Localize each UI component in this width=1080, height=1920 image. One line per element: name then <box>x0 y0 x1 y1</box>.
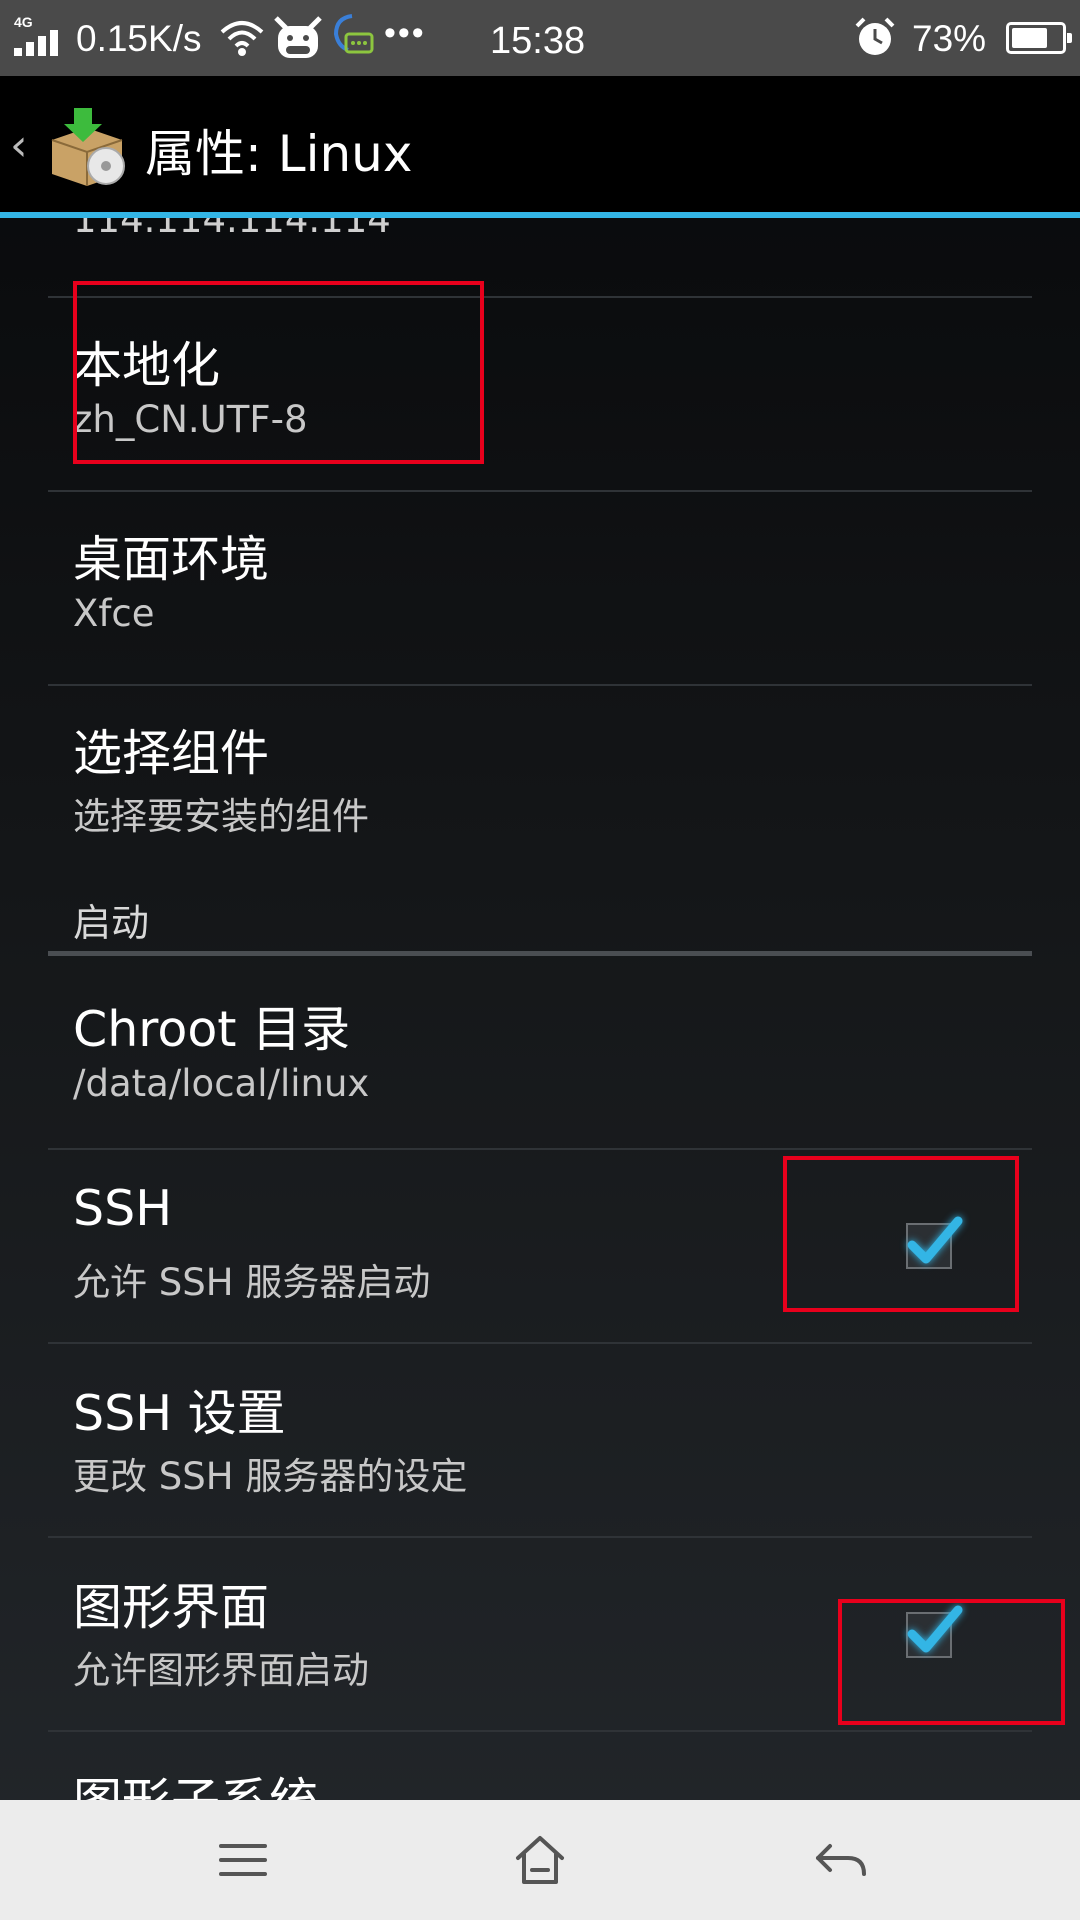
menu-icon[interactable] <box>213 1830 273 1890</box>
status-bar: 4G 0.15K/s ••• 15:38 73% <box>0 0 1080 76</box>
chroot-dir-summary: /data/local/linux <box>73 1062 370 1105</box>
home-icon[interactable] <box>510 1830 570 1890</box>
ssh-title: SSH <box>73 1180 173 1237</box>
list-item-desktop-env[interactable]: 桌面环境 Xfce <box>48 492 1032 686</box>
up-chevron-icon[interactable]: ‹ <box>10 120 28 171</box>
desktop-env-title: 桌面环境 <box>73 531 270 588</box>
gui-title: 图形界面 <box>73 1579 270 1636</box>
graphics-subsystem-title: 图形子系统 <box>73 1762 318 1800</box>
highlight-box-gui-checkbox <box>838 1599 1065 1725</box>
signal-icon <box>14 30 64 56</box>
gui-summary: 允许图形界面启动 <box>73 1649 369 1692</box>
list-item-graphics-subsystem[interactable]: 图形子系统 <box>48 1732 1032 1800</box>
cow-app-icon <box>274 16 322 58</box>
network-type: 4G <box>14 14 33 30</box>
net-speed: 0.15K/s <box>76 18 202 59</box>
clock: 15:38 <box>490 20 586 62</box>
alarm-icon <box>855 17 895 55</box>
highlight-box-locale <box>73 281 484 464</box>
ssh-settings-title: SSH 设置 <box>73 1385 286 1442</box>
chat-app-icon <box>333 14 374 54</box>
list-item-components[interactable]: 选择组件 选择要安装的组件 <box>48 686 1032 866</box>
wifi-icon <box>220 21 264 56</box>
preferences-list: 114.114.114.114 本地化 zh_CN.UTF-8 桌面环境 Xfc… <box>0 218 1080 1800</box>
chroot-dir-title: Chroot 目录 <box>73 1001 351 1058</box>
more-notifications-icon: ••• <box>384 14 426 52</box>
list-item-chroot-dir[interactable]: Chroot 目录 /data/local/linux <box>48 956 1032 1150</box>
category-startup-label: 启动 <box>73 901 150 945</box>
components-title: 选择组件 <box>73 725 270 782</box>
ssh-settings-summary: 更改 SSH 服务器的设定 <box>73 1455 468 1498</box>
ssh-summary: 允许 SSH 服务器启动 <box>73 1261 431 1304</box>
action-bar: ‹ 属性: Linux <box>0 76 1080 218</box>
components-summary: 选择要安装的组件 <box>73 795 369 838</box>
back-icon[interactable] <box>810 1830 870 1890</box>
package-install-icon[interactable] <box>44 104 130 190</box>
battery-percent: 73% <box>912 18 987 59</box>
dns-summary: 114.114.114.114 <box>73 218 391 241</box>
page-title: 属性: Linux <box>145 125 413 183</box>
category-startup: 启动 <box>48 866 1032 956</box>
navigation-bar <box>0 1800 1080 1920</box>
highlight-box-ssh-checkbox <box>783 1156 1019 1312</box>
desktop-env-summary: Xfce <box>73 592 155 635</box>
battery-icon <box>1006 22 1072 54</box>
list-item-ssh-settings[interactable]: SSH 设置 更改 SSH 服务器的设定 <box>48 1344 1032 1538</box>
